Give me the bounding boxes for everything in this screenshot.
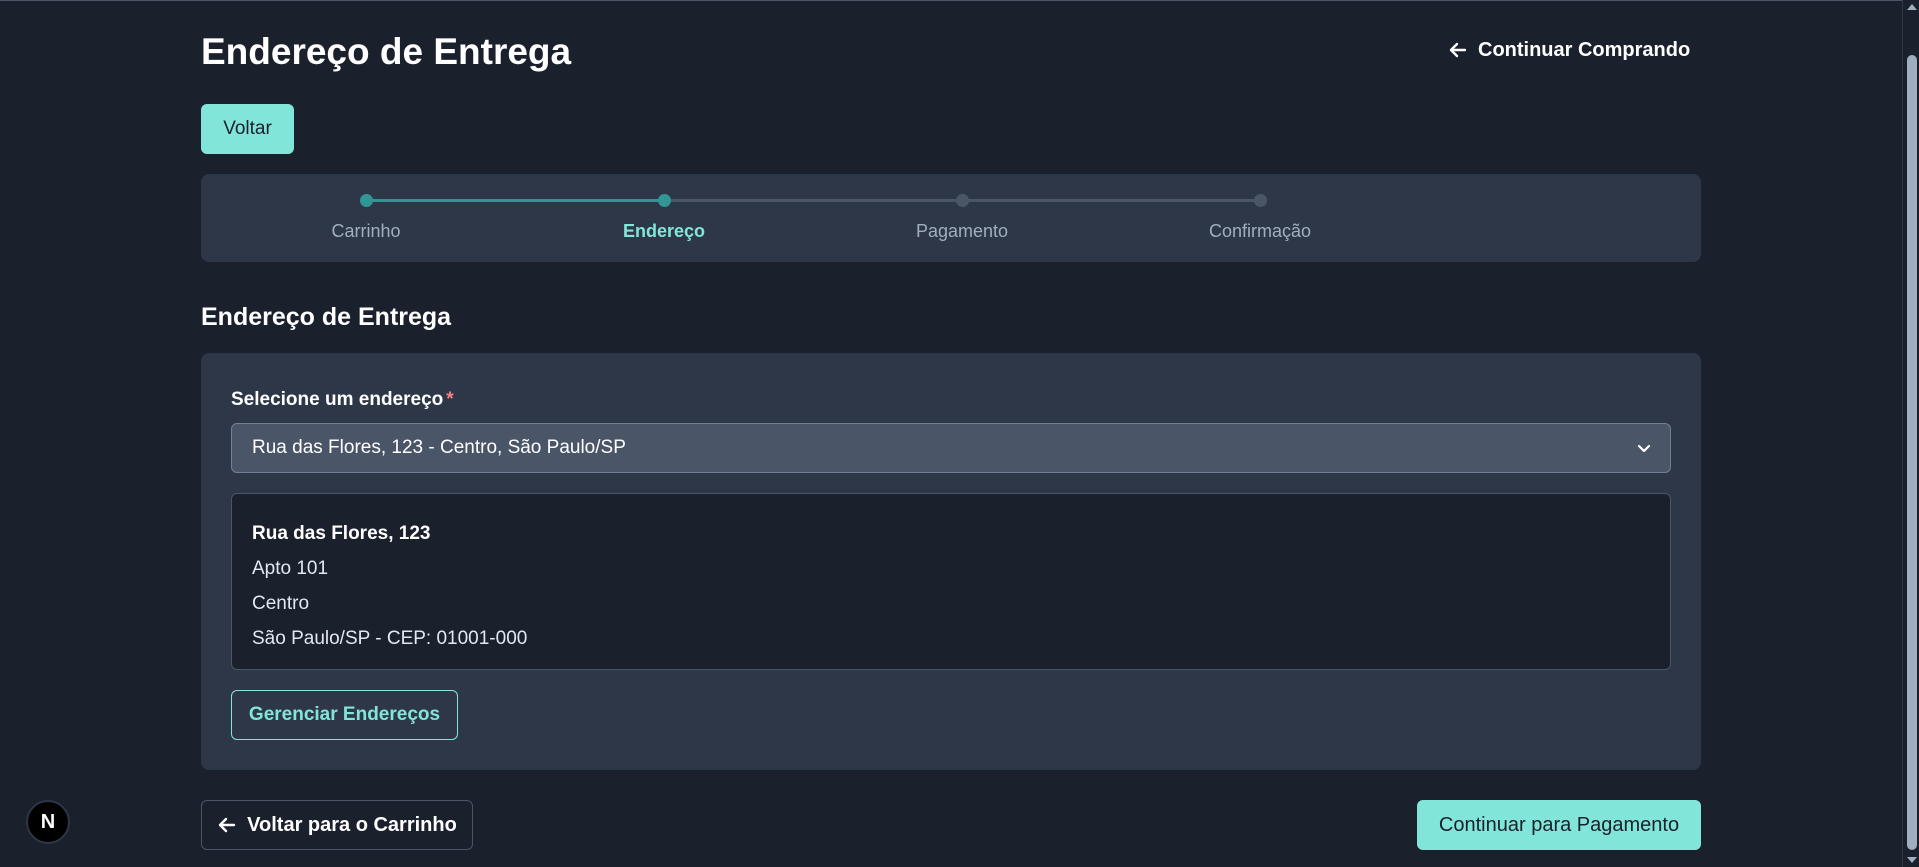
address-street: Rua das Flores, 123 — [252, 523, 431, 544]
back-to-cart-button[interactable]: Voltar para o Carrinho — [201, 800, 473, 850]
step-dot-pagamento — [956, 194, 969, 207]
chevron-down-icon — [1637, 444, 1651, 453]
step-dot-endereco — [658, 194, 671, 207]
step-connector-3 — [962, 199, 1260, 202]
scrollbar-thumb[interactable] — [1907, 55, 1917, 850]
address-select-value: Rua das Flores, 123 - Centro, São Paulo/… — [252, 437, 626, 458]
address-city-cep: São Paulo/SP - CEP: 01001-000 — [252, 628, 528, 649]
continue-shopping-label: Continuar Comprando — [1478, 38, 1691, 61]
window-top-border — [0, 0, 1919, 1]
vertical-scrollbar[interactable] — [1902, 0, 1919, 867]
back-to-cart-label: Voltar para o Carrinho — [247, 813, 457, 836]
step-label-endereco: Endereço — [622, 221, 706, 241]
checkout-stepper: Carrinho Endereço Pagamento Confirmação — [201, 174, 1701, 262]
checkout-page: Endereço de Entrega Continuar Comprando … — [0, 0, 1919, 867]
step-label-carrinho: Carrinho — [331, 221, 401, 241]
arrow-left-icon — [1449, 42, 1467, 58]
page-title: Endereço de Entrega — [201, 31, 572, 72]
address-card: Selecione um endereço * Rua das Flores, 1… — [201, 353, 1701, 770]
address-select[interactable]: Rua das Flores, 123 - Centro, São Paulo/… — [231, 423, 1671, 473]
back-button[interactable]: Voltar — [201, 104, 294, 154]
required-marker: * — [446, 389, 454, 410]
nextjs-dev-badge[interactable]: N — [26, 800, 70, 844]
scroll-up-arrow-icon[interactable] — [1907, 4, 1917, 10]
continue-to-payment-button[interactable]: Continuar para Pagamento — [1417, 800, 1701, 850]
step-dot-confirmacao — [1254, 194, 1267, 207]
address-neighborhood: Centro — [252, 593, 310, 614]
scroll-down-arrow-icon[interactable] — [1907, 857, 1917, 863]
manage-addresses-button[interactable]: Gerenciar Endereços — [231, 690, 458, 740]
step-label-confirmacao: Confirmação — [1208, 221, 1312, 241]
step-dot-carrinho — [360, 194, 373, 207]
select-address-label: Selecione um endereço * — [231, 389, 454, 411]
step-connector-1 — [366, 199, 664, 202]
nextjs-logo-icon: N — [40, 810, 56, 833]
select-address-label-text: Selecione um endereço — [231, 389, 444, 410]
step-connector-2 — [664, 199, 962, 202]
arrow-left-icon — [218, 817, 236, 833]
address-complement: Apto 101 — [252, 558, 329, 579]
step-label-pagamento: Pagamento — [915, 221, 1009, 241]
section-title: Endereço de Entrega — [201, 303, 452, 331]
address-details: Rua das Flores, 123 Apto 101 Centro São … — [231, 493, 1671, 670]
continue-shopping-link[interactable]: Continuar Comprando — [1448, 34, 1690, 66]
